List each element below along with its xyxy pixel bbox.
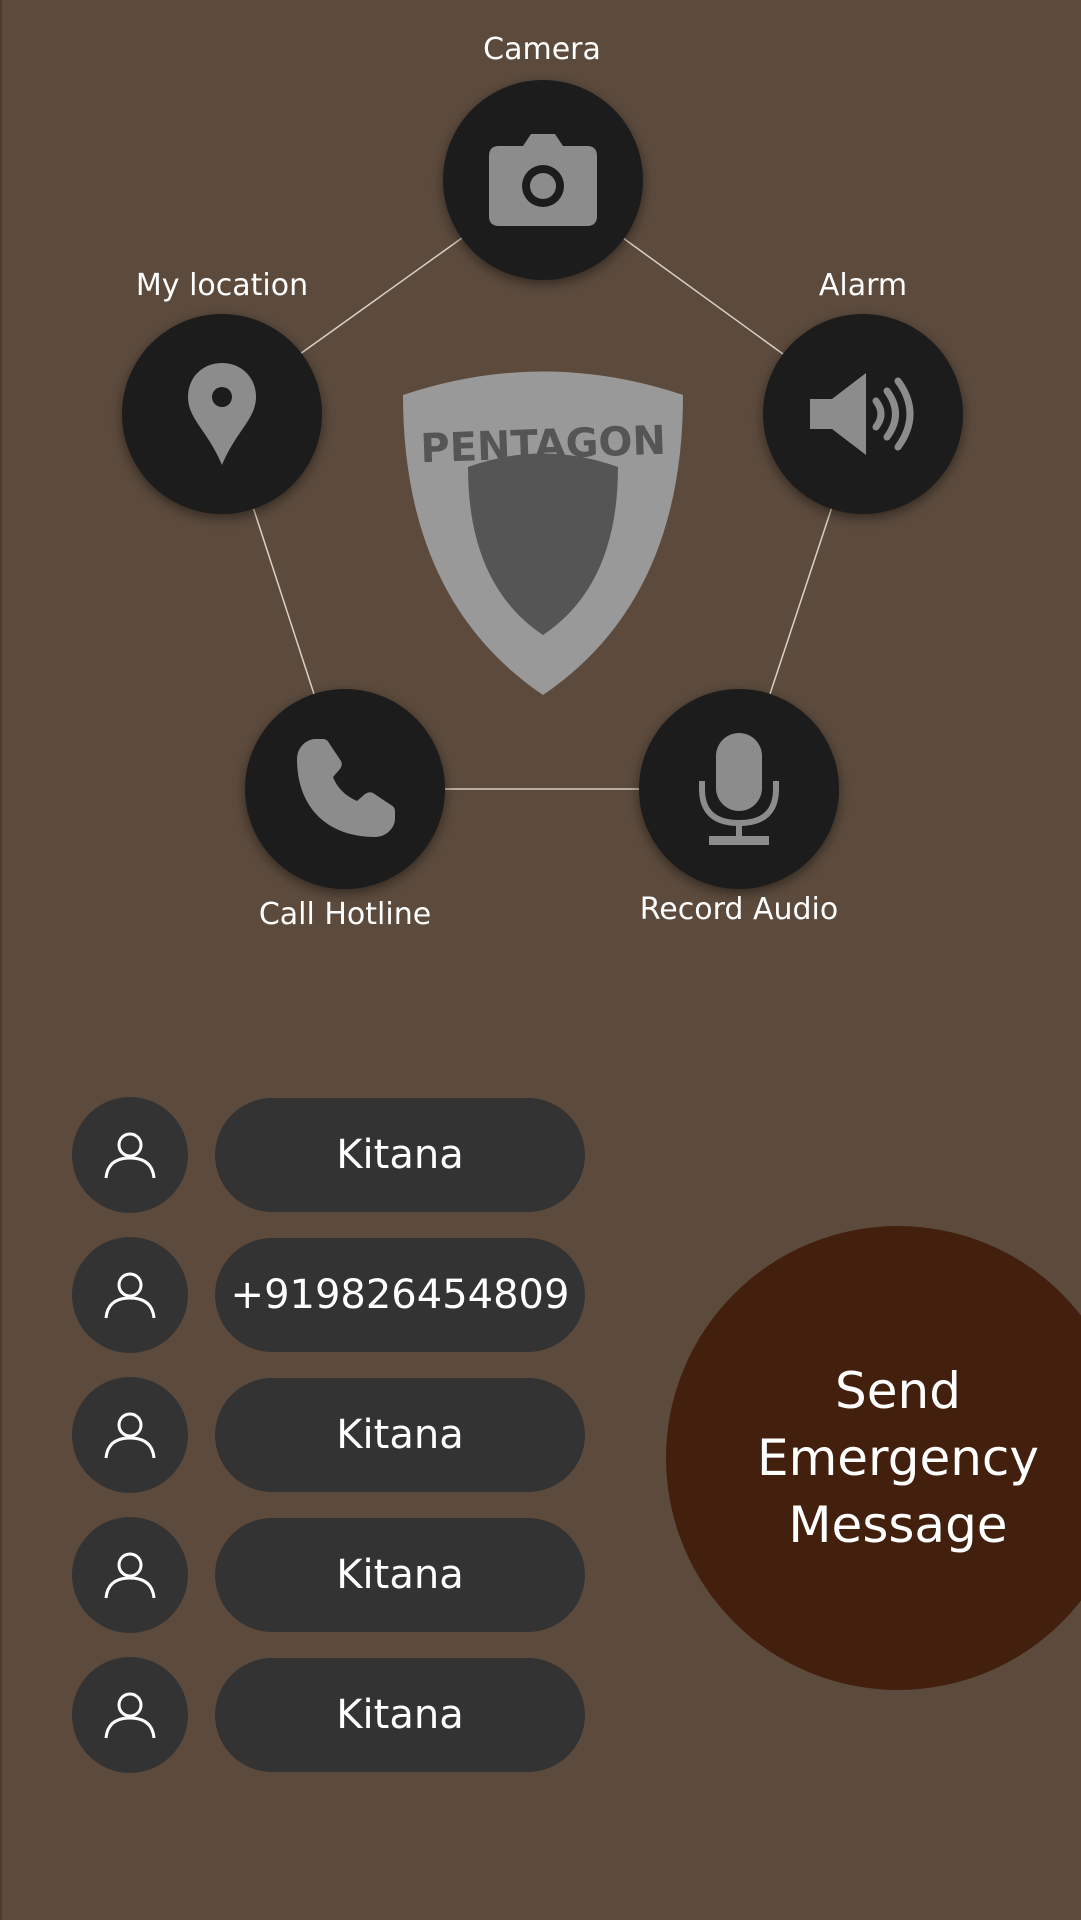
hotline-button[interactable] bbox=[245, 689, 445, 889]
contact-avatar[interactable] bbox=[72, 1097, 188, 1213]
speaker-icon bbox=[810, 373, 914, 455]
microphone-icon bbox=[699, 733, 779, 845]
send-label-line-1: Send bbox=[835, 1361, 961, 1420]
send-button-label: Send Emergency Message bbox=[666, 1358, 1081, 1559]
contact-name-button[interactable]: Kitana bbox=[215, 1378, 585, 1492]
person-icon bbox=[104, 1132, 156, 1179]
person-icon bbox=[104, 1412, 156, 1459]
contact-avatar[interactable] bbox=[72, 1657, 188, 1773]
alarm-label: Alarm bbox=[818, 268, 908, 303]
person-icon bbox=[104, 1692, 156, 1739]
contact-name-button[interactable]: Kitana bbox=[215, 1658, 585, 1772]
phone-icon bbox=[297, 739, 395, 837]
camera-label: Camera bbox=[483, 32, 601, 67]
contact-name-button[interactable]: Kitana bbox=[215, 1518, 585, 1632]
alarm-button[interactable] bbox=[763, 314, 963, 514]
camera-icon bbox=[489, 134, 597, 226]
send-label-line-3: Message bbox=[788, 1495, 1008, 1554]
person-icon bbox=[104, 1552, 156, 1599]
contact-name-button[interactable]: +919826454809 bbox=[215, 1238, 585, 1352]
hotline-label: Call Hotline bbox=[258, 897, 432, 932]
camera-button[interactable] bbox=[443, 80, 643, 280]
record-audio-label: Record Audio bbox=[639, 892, 839, 927]
contact-avatar[interactable] bbox=[72, 1517, 188, 1633]
contact-name-button[interactable]: Kitana bbox=[215, 1098, 585, 1212]
record-audio-button[interactable] bbox=[639, 689, 839, 889]
logo-text: PENTAGON bbox=[420, 418, 667, 473]
app-screen: PENTAGON Camera My location Alarm Call H… bbox=[0, 0, 1081, 1920]
location-button[interactable] bbox=[122, 314, 322, 514]
pentagon-shield-logo: PENTAGON bbox=[403, 371, 683, 695]
send-emergency-message-button[interactable]: Send Emergency Message bbox=[666, 1226, 1081, 1690]
person-icon bbox=[104, 1272, 156, 1319]
send-label-line-2: Emergency bbox=[756, 1428, 1039, 1487]
contact-avatar[interactable] bbox=[72, 1377, 188, 1493]
contact-avatar[interactable] bbox=[72, 1237, 188, 1353]
location-label: My location bbox=[135, 268, 309, 303]
map-pin-icon bbox=[188, 363, 256, 465]
